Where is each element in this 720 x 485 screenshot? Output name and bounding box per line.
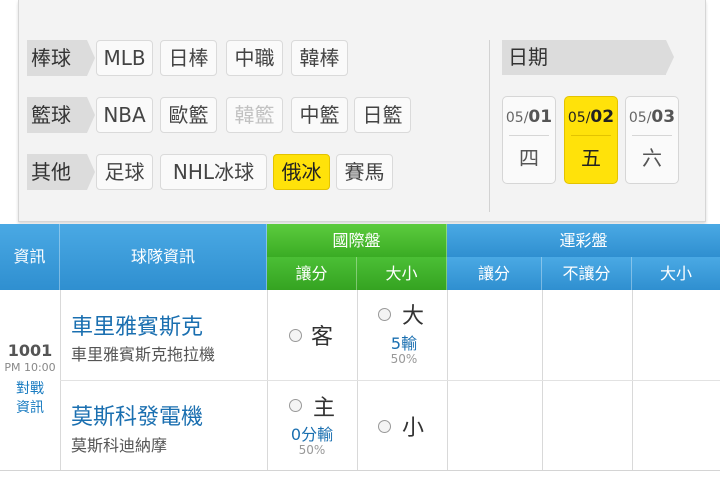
home-team-name[interactable]: 莫斯科發電機 — [71, 399, 203, 431]
game-time: PM 10:00 — [4, 361, 56, 374]
chip-japan-baseball[interactable]: 日棒 — [160, 40, 217, 76]
date-month: 05/ — [567, 110, 591, 126]
chip-soccer[interactable]: 足球 — [96, 154, 153, 190]
home-team-subname: 莫斯科迪納摩 — [71, 436, 168, 455]
chip-mlb[interactable]: MLB — [96, 40, 153, 76]
date-month: 05/ — [628, 110, 652, 126]
chip-nba[interactable]: NBA — [96, 97, 153, 133]
date-0501[interactable]: 05/01 四 — [502, 96, 556, 184]
date-0503[interactable]: 05/03 六 — [625, 96, 679, 184]
under-label: 小 — [402, 416, 425, 441]
over-odds: 5輸 — [390, 334, 418, 353]
over-radio[interactable] — [378, 308, 391, 321]
date-weekday: 六 — [642, 146, 662, 170]
away-spread-label: 客 — [311, 325, 334, 350]
away-spread-radio[interactable] — [289, 329, 302, 342]
chip-china-basketball[interactable]: 中籃 — [291, 97, 348, 133]
date-0502[interactable]: 05/02 五 — [564, 96, 618, 184]
header-intl: 國際盤 — [267, 224, 447, 257]
header-lottery-total: 大小 — [632, 257, 720, 290]
home-spread-pct: 50% — [298, 443, 326, 457]
chip-horse-racing[interactable]: 賽馬 — [336, 154, 393, 190]
header-intl-total: 大小 — [357, 257, 447, 290]
over-label: 大 — [402, 304, 425, 329]
header-lottery-no-spread: 不讓分 — [542, 257, 632, 290]
game-id: 1001 — [7, 341, 53, 360]
header-lottery-spread: 讓分 — [447, 257, 542, 290]
date-weekday: 五 — [581, 146, 601, 170]
away-team-subname: 車里雅賓斯克拖拉機 — [71, 345, 216, 364]
sport-filter-panel: 棒球 MLB 日棒 中職 韓棒 籃球 NBA 歐籃 韓籃 中籃 日籃 其他 足球… — [18, 0, 706, 222]
header-lottery: 運彩盤 — [447, 224, 720, 257]
header-info: 資訊 — [0, 224, 60, 290]
home-spread-label: 主 — [313, 396, 336, 421]
chip-nhl[interactable]: NHL冰球 — [160, 154, 267, 190]
chip-japan-basketball[interactable]: 日籃 — [354, 97, 411, 133]
date-weekday: 四 — [519, 146, 539, 170]
away-team-name[interactable]: 車里雅賓斯克 — [71, 309, 203, 341]
over-pct: 50% — [390, 352, 418, 366]
header-intl-spread: 讓分 — [267, 257, 357, 290]
date-header: 日期 — [502, 40, 674, 75]
category-basketball: 籃球 — [27, 97, 95, 133]
game-info-cell: 1001 PM 10:00 對戰 資訊 — [0, 290, 60, 470]
chip-euro-basketball[interactable]: 歐籃 — [160, 97, 217, 133]
date-day: 03 — [651, 107, 676, 127]
matchup-info-link[interactable]: 對戰 資訊 — [0, 380, 60, 418]
chip-cpbl[interactable]: 中職 — [226, 40, 283, 76]
date-month: 05/ — [505, 110, 529, 126]
chip-korea-baseball[interactable]: 韓棒 — [291, 40, 348, 76]
date-day: 02 — [590, 107, 615, 127]
under-radio[interactable] — [378, 420, 391, 433]
home-spread-odds: 0分輸 — [290, 425, 334, 444]
header-team: 球隊資訊 — [60, 224, 267, 290]
chip-khl[interactable]: 俄冰 — [273, 154, 330, 190]
chip-korea-basketball[interactable]: 韓籃 — [226, 97, 283, 133]
panel-divider — [489, 40, 490, 212]
category-other: 其他 — [27, 154, 95, 190]
home-spread-radio[interactable] — [289, 399, 302, 412]
category-baseball: 棒球 — [27, 40, 95, 76]
date-day: 01 — [528, 107, 553, 127]
